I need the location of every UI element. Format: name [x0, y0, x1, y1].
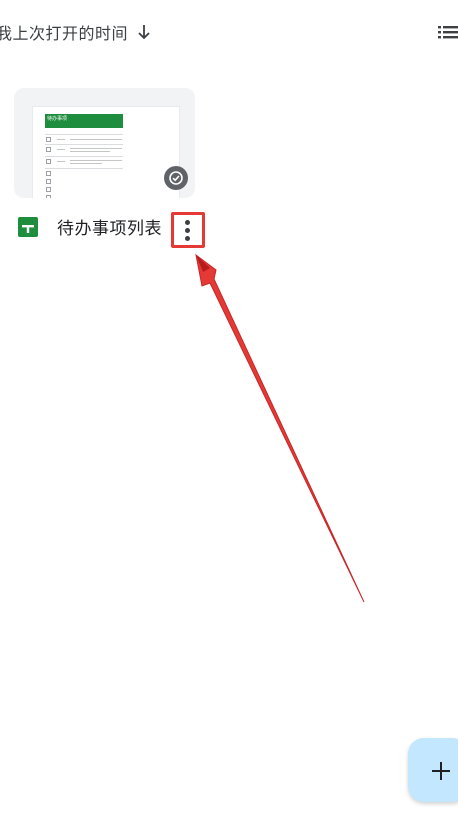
- preview-title: 待办事项: [47, 116, 68, 122]
- preview-checkbox: [46, 179, 51, 184]
- preview-row: [45, 144, 123, 145]
- preview-checkbox: [46, 159, 51, 164]
- preview-header: 待办事项: [45, 114, 123, 128]
- preview-line: [70, 160, 122, 161]
- preview-checkbox: [46, 147, 51, 152]
- preview-line: [57, 139, 65, 140]
- offline-available-icon: [164, 166, 188, 190]
- sheet-preview: 待办事项: [32, 106, 180, 198]
- preview-line: [70, 148, 122, 149]
- create-new-button[interactable]: [408, 738, 458, 802]
- more-options-button[interactable]: [171, 212, 205, 248]
- preview-row: [45, 168, 123, 169]
- preview-checkbox: [46, 137, 51, 142]
- preview-line: [57, 149, 65, 150]
- preview-row: [45, 156, 123, 157]
- preview-checkbox: [46, 187, 51, 192]
- plus-icon: [432, 762, 450, 780]
- preview-line: [57, 161, 65, 162]
- file-card-thumbnail[interactable]: 待办事项: [14, 88, 195, 198]
- preview-line: [70, 163, 102, 164]
- preview-checkbox: [46, 171, 51, 176]
- sheets-icon: [18, 217, 38, 237]
- preview-checkbox: [46, 195, 51, 198]
- preview-line: [70, 139, 122, 140]
- arrow-down-icon[interactable]: [136, 22, 152, 42]
- sort-label[interactable]: 我上次打开的时间: [0, 20, 128, 44]
- list-view-icon[interactable]: [438, 22, 458, 42]
- sort-bar: 我上次打开的时间: [0, 14, 458, 48]
- preview-row: [45, 134, 123, 135]
- file-name[interactable]: 待办事项列表: [57, 214, 162, 239]
- preview-line: [70, 151, 110, 152]
